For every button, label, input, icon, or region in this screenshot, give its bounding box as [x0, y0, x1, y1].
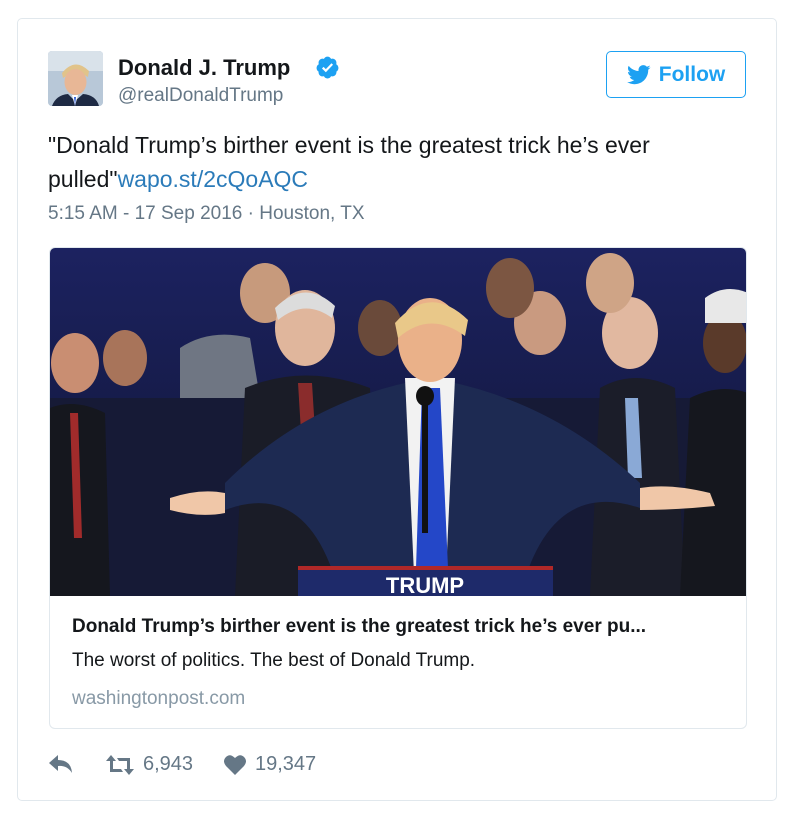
- heart-icon: [224, 754, 246, 775]
- podium-text: TRUMP: [386, 573, 464, 596]
- tweet-meta: 5:15 AM - 17 Sep 2016 · Houston, TX: [48, 203, 365, 225]
- retweet-button[interactable]: 6,943: [105, 753, 193, 776]
- link-card[interactable]: TRUMP Donald Trump’s birther event is th…: [49, 247, 747, 729]
- twitter-bird-icon: [626, 64, 651, 84]
- card-image: TRUMP: [50, 248, 746, 596]
- card-description: The worst of politics. The best of Donal…: [72, 650, 476, 671]
- reply-button[interactable]: [48, 753, 74, 775]
- avatar[interactable]: [48, 51, 103, 106]
- tweet-text: "Donald Trump’s birther event is the gre…: [48, 128, 738, 196]
- author-name[interactable]: Donald J. Trump: [118, 55, 290, 81]
- tweet-actions: 6,943 19,347: [48, 753, 448, 781]
- follow-button[interactable]: Follow: [606, 51, 746, 98]
- tweet-location[interactable]: Houston, TX: [259, 203, 364, 224]
- retweet-count: 6,943: [143, 753, 194, 775]
- tweet-card: Donald J. Trump @realDonaldTrump Follow …: [17, 18, 777, 801]
- tweet-timestamp[interactable]: 5:15 AM - 17 Sep 2016: [48, 203, 242, 224]
- card-title[interactable]: Donald Trump’s birther event is the grea…: [72, 616, 732, 638]
- follow-label: Follow: [658, 62, 726, 86]
- verified-badge-icon: [316, 56, 339, 79]
- tweet-link[interactable]: wapo.st/2cQoAQC: [118, 166, 308, 192]
- reply-icon: [49, 755, 72, 773]
- retweet-icon: [106, 754, 134, 775]
- author-handle[interactable]: @realDonaldTrump: [118, 85, 283, 107]
- like-button[interactable]: 19,347: [223, 753, 316, 776]
- like-count: 19,347: [255, 753, 317, 775]
- card-domain: washingtonpost.com: [72, 688, 246, 709]
- meta-separator: ·: [247, 203, 254, 224]
- avatar-photo: [48, 51, 103, 106]
